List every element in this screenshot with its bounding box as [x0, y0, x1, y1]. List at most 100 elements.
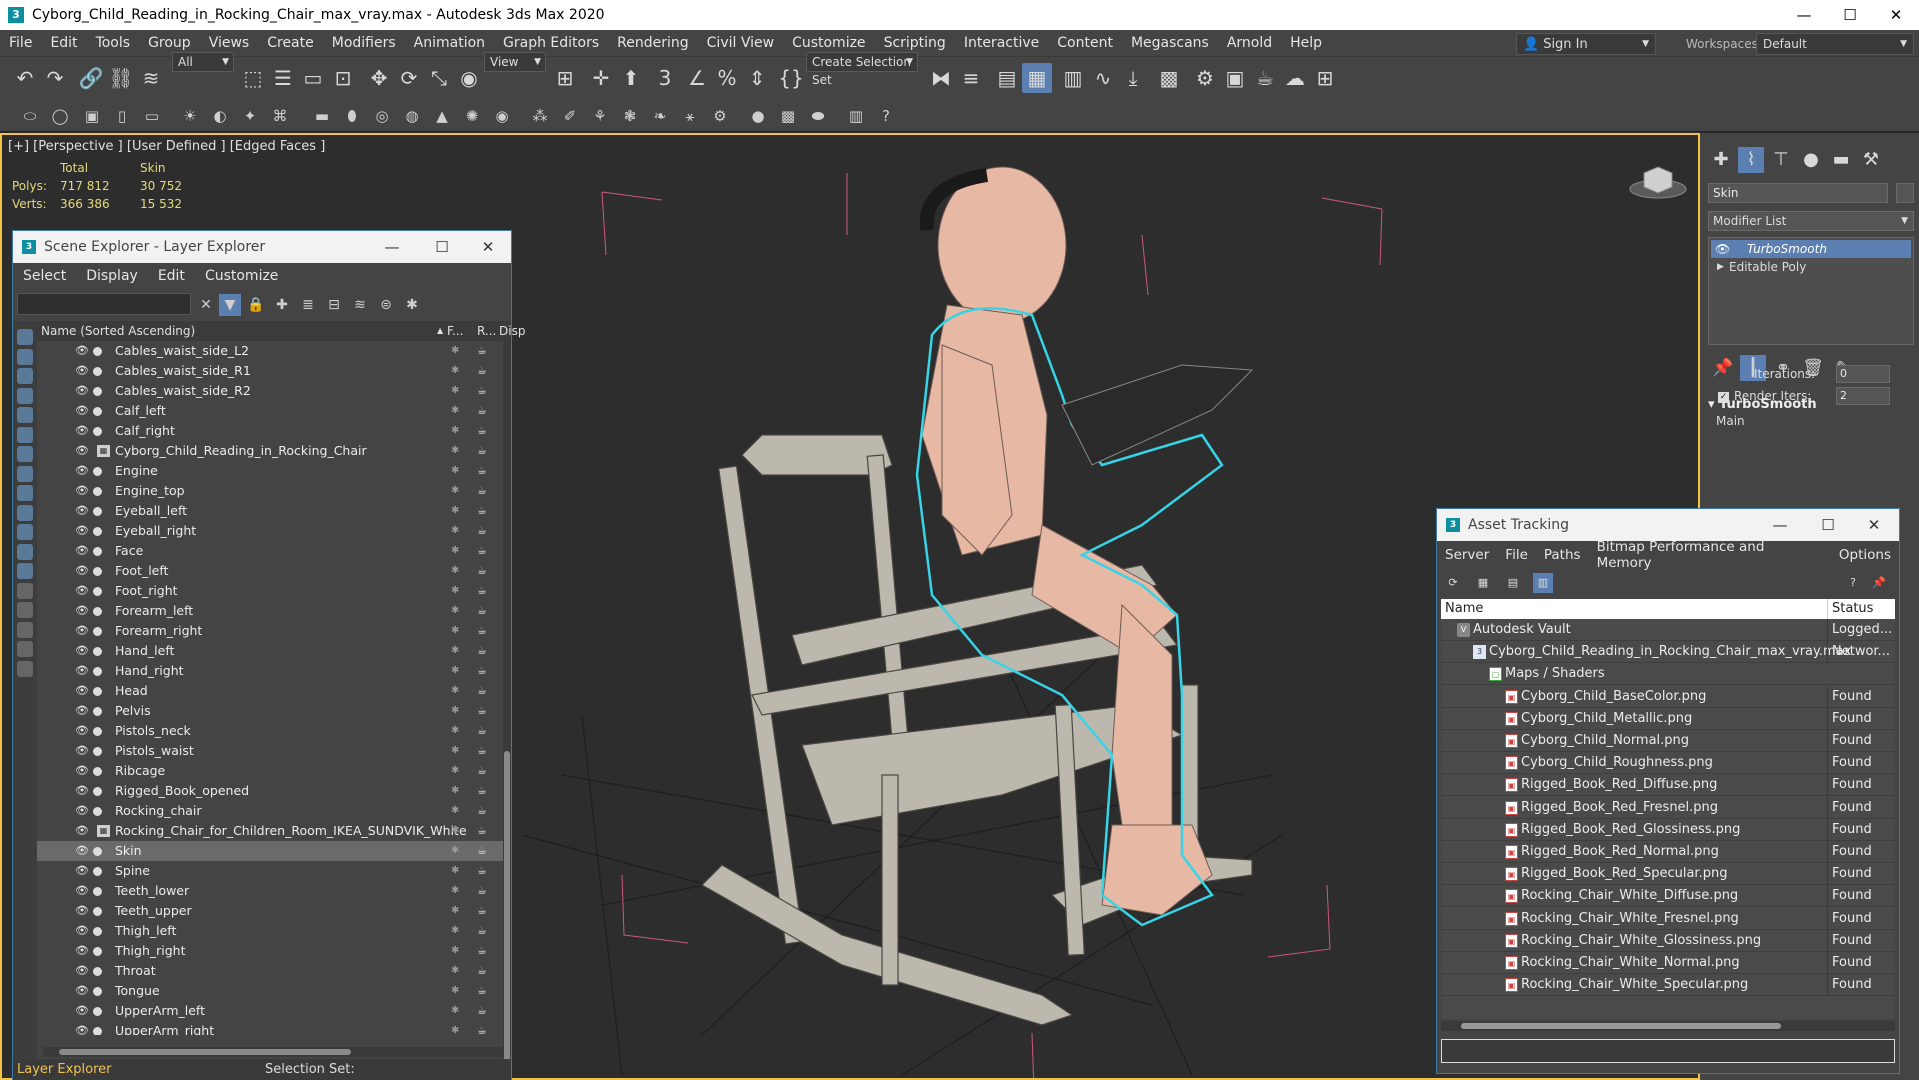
- render-toggle-icon[interactable]: ☕: [477, 541, 487, 561]
- list-item[interactable]: 👁 Throat ✱ ☕: [37, 961, 503, 981]
- render-toggle-icon[interactable]: ☕: [477, 381, 487, 401]
- menu-item-tools[interactable]: Tools: [87, 30, 140, 56]
- table-row[interactable]: ▣ Rigged_Book_Red_Diffuse.png Found: [1441, 774, 1895, 797]
- freeze-toggle-icon[interactable]: ✱: [451, 681, 459, 701]
- freeze-toggle-icon[interactable]: ✱: [451, 921, 459, 941]
- visibility-eye-icon[interactable]: 👁: [75, 601, 89, 621]
- render-toggle-icon[interactable]: ☕: [477, 501, 487, 521]
- asset-horizontal-scrollbar[interactable]: [1441, 1021, 1895, 1031]
- particle-icon[interactable]: ⁂: [528, 104, 552, 128]
- stack-item-editable-poly[interactable]: ▶ Editable Poly: [1711, 258, 1911, 276]
- list-item[interactable]: 👁 Skin ✱ ☕: [37, 841, 503, 861]
- visibility-eye-icon[interactable]: 👁: [75, 361, 89, 381]
- at-menu-options[interactable]: Options: [1831, 547, 1899, 563]
- rendered-frame-window-icon[interactable]: ▣: [1220, 63, 1250, 93]
- list-item[interactable]: 👁 Face ✱ ☕: [37, 541, 503, 561]
- keyboard-shortcut-override-icon[interactable]: ⬆: [616, 63, 646, 93]
- list-item[interactable]: 👁 Pistols_neck ✱ ☕: [37, 721, 503, 741]
- pipe-icon[interactable]: ⬬: [806, 104, 830, 128]
- geosphere-icon[interactable]: ◉: [490, 104, 514, 128]
- light-icon[interactable]: ☀: [178, 104, 202, 128]
- filter-settings-icon[interactable]: [17, 641, 33, 657]
- maximize-icon[interactable]: ☐: [1805, 509, 1851, 541]
- mirror-icon[interactable]: ⧓: [926, 63, 956, 93]
- list-item[interactable]: 👁 Rocking_chair ✱ ☕: [37, 801, 503, 821]
- freeze-toggle-icon[interactable]: ✱: [451, 481, 459, 501]
- render-setup-icon[interactable]: ⚙: [1190, 63, 1220, 93]
- list-item[interactable]: 👁 Head ✱ ☕: [37, 681, 503, 701]
- render-toggle-icon[interactable]: ☕: [477, 341, 487, 361]
- table-row[interactable]: ▣ Cyborg_Child_BaseColor.png Found: [1441, 685, 1895, 708]
- pin-stack-icon[interactable]: 📌: [1710, 355, 1736, 381]
- freeze-toggle-icon[interactable]: ✱: [451, 441, 459, 461]
- maximize-icon[interactable]: ☐: [419, 231, 465, 263]
- plane-icon[interactable]: ▭: [140, 104, 164, 128]
- close-icon[interactable]: ✕: [1873, 0, 1919, 30]
- visibility-eye-icon[interactable]: 👁: [75, 621, 89, 641]
- visibility-eye-icon[interactable]: 👁: [75, 561, 89, 581]
- unlink-icon[interactable]: ⛓: [106, 63, 136, 93]
- bind-space-warp-icon[interactable]: ≋: [136, 63, 166, 93]
- list-item[interactable]: 👁 Pistols_waist ✱ ☕: [37, 741, 503, 761]
- maximize-icon[interactable]: ☐: [1827, 0, 1873, 30]
- snaps-toggle-icon[interactable]: 3: [650, 63, 680, 93]
- rig-icon[interactable]: ⚙: [708, 104, 732, 128]
- sun-icon[interactable]: ✺: [460, 104, 484, 128]
- freeze-toggle-icon[interactable]: ✱: [451, 981, 459, 1001]
- tree-view-icon[interactable]: ▥: [1533, 573, 1553, 593]
- spacewarps-filter-icon[interactable]: [17, 426, 33, 443]
- render-toggle-icon[interactable]: ☕: [477, 621, 487, 641]
- render-toggle-icon[interactable]: ☕: [477, 941, 487, 961]
- render-toggle-icon[interactable]: ☕: [477, 681, 487, 701]
- list-item[interactable]: 👁 Thigh_right ✱ ☕: [37, 941, 503, 961]
- select-object-icon[interactable]: ⬚: [238, 63, 268, 93]
- se-menu-edit[interactable]: Edit: [148, 268, 195, 284]
- leaf-icon[interactable]: ❧: [648, 104, 672, 128]
- menu-item-animation[interactable]: Animation: [405, 30, 494, 56]
- object-name-field[interactable]: Skin: [1708, 183, 1888, 203]
- render-toggle-icon[interactable]: ☕: [477, 721, 487, 741]
- list-item[interactable]: 👁 Calf_right ✱ ☕: [37, 421, 503, 441]
- toggle-ribbon-icon[interactable]: ▥: [1058, 63, 1088, 93]
- scene-explorer-title-bar[interactable]: 3 Scene Explorer - Layer Explorer — ☐ ✕: [13, 231, 511, 263]
- freeze-toggle-icon[interactable]: ✱: [451, 361, 459, 381]
- list-item[interactable]: 👁 Teeth_lower ✱ ☕: [37, 881, 503, 901]
- render-sphere-icon[interactable]: ●: [746, 104, 770, 128]
- freeze-toggle-icon[interactable]: ✱: [451, 461, 459, 481]
- visibility-eye-icon[interactable]: 👁: [75, 341, 89, 361]
- containers-filter-icon[interactable]: [17, 504, 33, 521]
- sphere-icon[interactable]: ◯: [48, 104, 72, 128]
- rotate-icon[interactable]: ⟳: [394, 63, 424, 93]
- select-manipulate-icon[interactable]: ✛: [586, 63, 616, 93]
- xrefs-filter-icon[interactable]: [17, 465, 33, 482]
- render-toggle-icon[interactable]: ☕: [477, 781, 487, 801]
- render-toggle-icon[interactable]: ☕: [477, 981, 487, 1001]
- viewport-label[interactable]: [+] [Perspective ] [User Defined ] [Edge…: [8, 139, 325, 154]
- freeze-toggle-icon[interactable]: ✱: [451, 621, 459, 641]
- filter-icon[interactable]: ▼: [219, 294, 241, 316]
- render-iters-spinner[interactable]: 2: [1836, 387, 1890, 405]
- freeze-toggle-icon[interactable]: ✱: [451, 701, 459, 721]
- freeze-toggle-icon[interactable]: ✱: [451, 341, 459, 361]
- hair-icon[interactable]: ❃: [618, 104, 642, 128]
- table-row[interactable]: ▣ Cyborg_Child_Roughness.png Found: [1441, 752, 1895, 775]
- visibility-eye-icon[interactable]: 👁: [75, 461, 89, 481]
- list-item[interactable]: 👁 UpperArm_right ✱ ☕: [37, 1021, 503, 1035]
- se-menu-select[interactable]: Select: [13, 268, 76, 284]
- render-toggle-icon[interactable]: ☕: [477, 401, 487, 421]
- list-item[interactable]: 👁 UpperArm_left ✱ ☕: [37, 1001, 503, 1021]
- invert-filter-icon[interactable]: [17, 602, 33, 618]
- visibility-eye-icon[interactable]: 👁: [75, 541, 89, 561]
- visibility-eye-icon[interactable]: 👁: [75, 441, 89, 461]
- list-item[interactable]: 👁 Cables_waist_side_L2 ✱ ☕: [37, 341, 503, 361]
- highlight-selection-icon[interactable]: ⊜: [375, 294, 397, 316]
- freeze-toggle-icon[interactable]: ✱: [451, 661, 459, 681]
- freeze-toggle-icon[interactable]: ✱: [451, 841, 459, 861]
- visibility-eye-icon[interactable]: 👁: [75, 641, 89, 661]
- visibility-eye-icon[interactable]: 👁: [75, 401, 89, 421]
- scrollbar-thumb[interactable]: [1461, 1023, 1781, 1029]
- teapot-icon[interactable]: ⬭: [18, 104, 42, 128]
- table-row[interactable]: ▣ Rocking_Chair_White_Fresnel.png Found: [1441, 907, 1895, 930]
- list-item[interactable]: 👁 ▦ Rocking_Chair_for_Children_Room_IKEA_S…: [37, 821, 503, 841]
- render-toggle-icon[interactable]: ☕: [477, 821, 487, 841]
